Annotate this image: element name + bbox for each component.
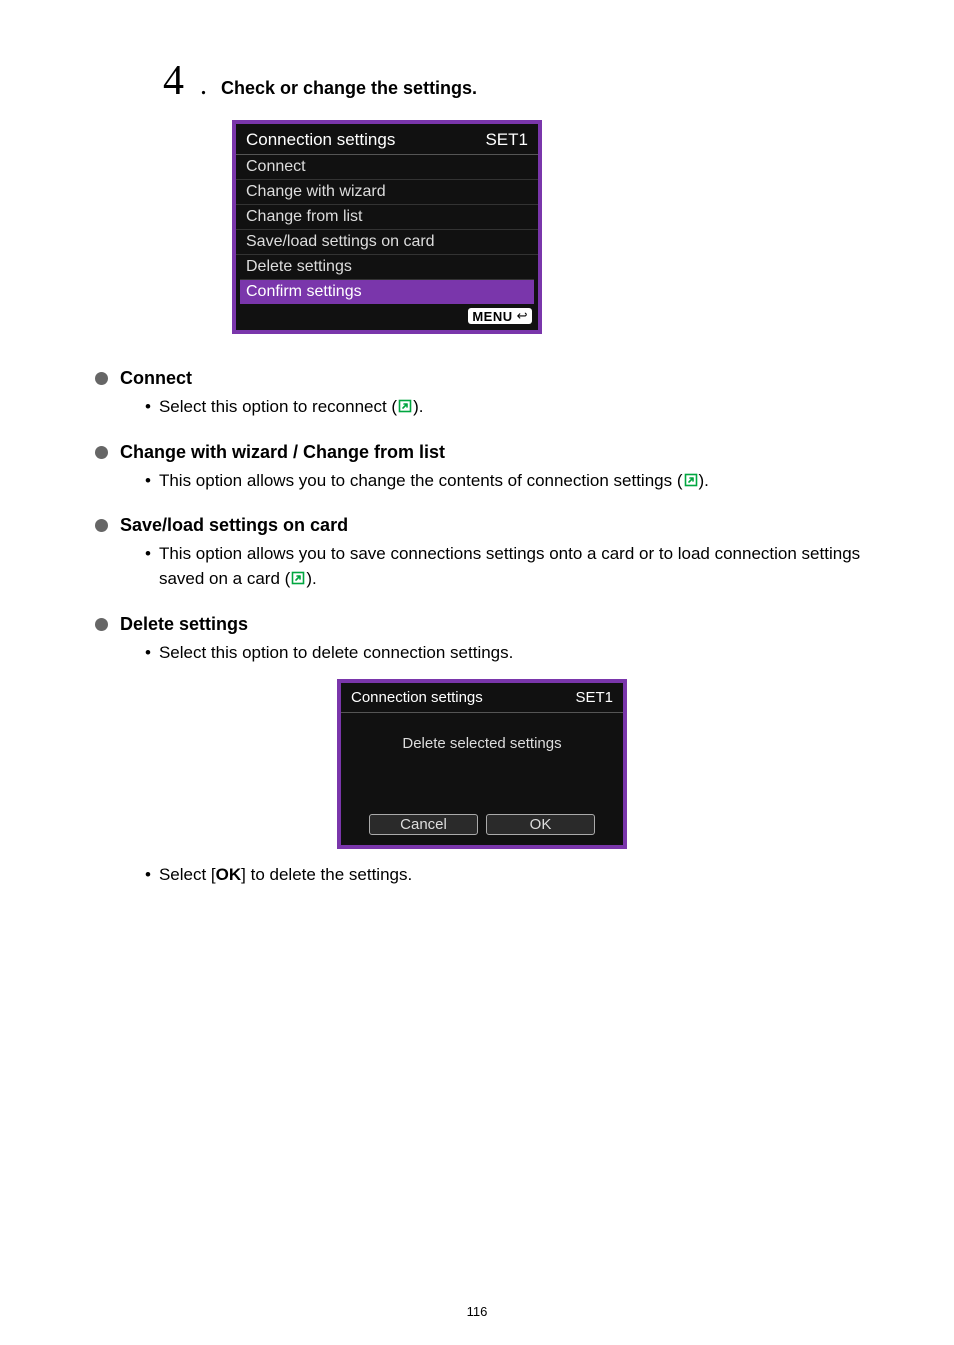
back-arrow-icon: ↩ bbox=[517, 308, 528, 324]
bullet-icon bbox=[95, 372, 108, 385]
text-post: ] to delete the settings. bbox=[241, 865, 412, 884]
screen-row-confirm-selected: Confirm settings bbox=[240, 279, 534, 304]
screen2-cancel-button: Cancel bbox=[369, 814, 478, 835]
screen-set-label: SET1 bbox=[485, 130, 528, 150]
page: 4 . Check or change the settings. Connec… bbox=[0, 0, 954, 1345]
step-row: 4 . Check or change the settings. bbox=[163, 60, 869, 102]
list-item: • Select [OK] to delete the settings. bbox=[145, 863, 869, 888]
screen2-title: Connection settings bbox=[351, 689, 483, 706]
page-number: 116 bbox=[0, 1304, 954, 1319]
section-title-connect: Connect bbox=[120, 368, 192, 389]
screen2-set-label: SET1 bbox=[575, 689, 613, 706]
bullet-dot-icon: • bbox=[145, 469, 151, 493]
section-head: Save/load settings on card bbox=[95, 515, 869, 536]
text-pre: This option allows you to save connectio… bbox=[159, 544, 860, 588]
bullet-icon bbox=[95, 618, 108, 631]
list-item: • This option allows you to save connect… bbox=[145, 542, 869, 591]
screen-row-connect: Connect bbox=[236, 155, 538, 179]
item-text: Select this option to delete connection … bbox=[159, 641, 869, 666]
link-out-icon bbox=[397, 398, 413, 414]
section-head: Change with wizard / Change from list bbox=[95, 442, 869, 463]
section-change: Change with wizard / Change from list • … bbox=[95, 442, 869, 494]
screen-row-delete: Delete settings bbox=[236, 254, 538, 279]
step-number-dot: . bbox=[200, 70, 207, 102]
text-post: ). bbox=[413, 397, 423, 416]
text-pre: Select [ bbox=[159, 865, 216, 884]
section-head: Connect bbox=[95, 368, 869, 389]
camera-screen-connection-settings: Connection settings SET1 Connect Change … bbox=[232, 120, 542, 334]
menu-label: MENU bbox=[472, 309, 512, 324]
text-bold-ok: OK bbox=[216, 865, 242, 884]
section-title-saveload: Save/load settings on card bbox=[120, 515, 348, 536]
screen-footer: MENU ↩ bbox=[236, 304, 538, 330]
text-post: ). bbox=[306, 569, 316, 588]
item-text: Select this option to reconnect (). bbox=[159, 395, 869, 420]
step-number: 4 bbox=[163, 60, 184, 102]
sub-list: • Select this option to delete connectio… bbox=[145, 641, 869, 666]
sub-list: • Select [OK] to delete the settings. bbox=[145, 863, 869, 888]
text-pre: This option allows you to change the con… bbox=[159, 471, 683, 490]
reference-link[interactable] bbox=[397, 398, 413, 414]
screen-row-save-load: Save/load settings on card bbox=[236, 229, 538, 254]
section-saveload: Save/load settings on card • This option… bbox=[95, 515, 869, 591]
screen-menu-list: Connect Change with wizard Change from l… bbox=[236, 155, 538, 304]
screen-title: Connection settings bbox=[246, 130, 395, 150]
bullet-dot-icon: • bbox=[145, 641, 151, 665]
sub-list: • Select this option to reconnect (). bbox=[145, 395, 869, 420]
menu-back-button: MENU ↩ bbox=[468, 308, 532, 324]
screen2-ok-button: OK bbox=[486, 814, 595, 835]
screen-row-change-list: Change from list bbox=[236, 204, 538, 229]
camera-screen-delete-confirm: Connection settings SET1 Delete selected… bbox=[337, 679, 627, 849]
list-item: • Select this option to delete connectio… bbox=[145, 641, 869, 666]
text-post: ). bbox=[699, 471, 709, 490]
section-title-delete: Delete settings bbox=[120, 614, 248, 635]
screen-header: Connection settings SET1 bbox=[236, 124, 538, 155]
list-item: • Select this option to reconnect (). bbox=[145, 395, 869, 420]
step-title: Check or change the settings. bbox=[221, 78, 477, 99]
reference-link[interactable] bbox=[290, 570, 306, 586]
bullet-icon bbox=[95, 446, 108, 459]
item-text: This option allows you to save connectio… bbox=[159, 542, 869, 591]
section-delete: Delete settings • Select this option to … bbox=[95, 614, 869, 888]
screen-row-change-wizard: Change with wizard bbox=[236, 179, 538, 204]
section-head: Delete settings bbox=[95, 614, 869, 635]
item-text: Select [OK] to delete the settings. bbox=[159, 863, 869, 888]
link-out-icon bbox=[683, 472, 699, 488]
sub-list: • This option allows you to save connect… bbox=[145, 542, 869, 591]
bullet-icon bbox=[95, 519, 108, 532]
text-pre: Select this option to reconnect ( bbox=[159, 397, 397, 416]
section-title-change: Change with wizard / Change from list bbox=[120, 442, 445, 463]
sub-list: • This option allows you to change the c… bbox=[145, 469, 869, 494]
item-text: This option allows you to change the con… bbox=[159, 469, 869, 494]
bullet-dot-icon: • bbox=[145, 395, 151, 419]
screen2-button-row: Cancel OK bbox=[341, 814, 623, 845]
bullet-dot-icon: • bbox=[145, 863, 151, 887]
reference-link[interactable] bbox=[683, 472, 699, 488]
link-out-icon bbox=[290, 570, 306, 586]
screen2-header: Connection settings SET1 bbox=[341, 683, 623, 712]
screen2-body: Delete selected settings bbox=[341, 712, 623, 814]
section-connect: Connect • Select this option to reconnec… bbox=[95, 368, 869, 420]
bullet-dot-icon: • bbox=[145, 542, 151, 566]
list-item: • This option allows you to change the c… bbox=[145, 469, 869, 494]
